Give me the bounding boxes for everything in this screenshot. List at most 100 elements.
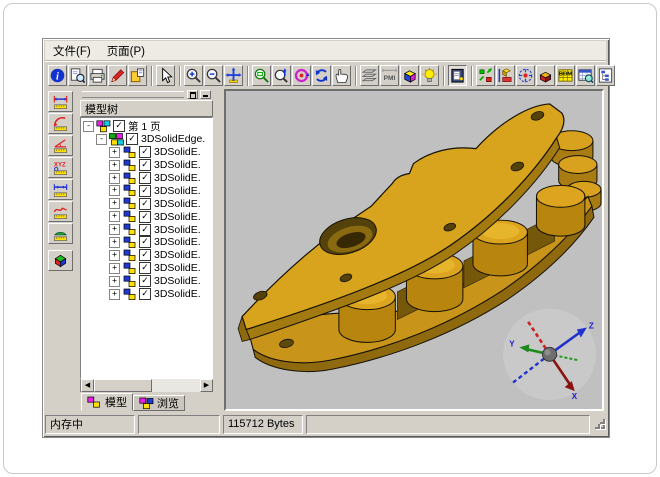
scroll-track[interactable] [152, 379, 200, 392]
visibility-checkbox[interactable]: ✓ [139, 249, 151, 261]
dim-distance-button[interactable] [48, 179, 73, 200]
scroll-left-button[interactable]: ◀ [81, 379, 94, 392]
dim-coordinate-button[interactable]: XYZ [48, 157, 73, 178]
visibility-checkbox[interactable]: ✓ [139, 211, 151, 223]
tree-row[interactable]: +✓3DSolidE. [81, 197, 212, 210]
tree-row[interactable]: + ✓3DSolidE. [81, 146, 212, 159]
tree-node-label[interactable]: 3DSolidE. [154, 185, 201, 197]
tree-row[interactable]: + ✓3DSolidE. [81, 249, 212, 262]
expand-icon[interactable]: + [109, 198, 120, 209]
expand-icon[interactable]: + [109, 263, 120, 274]
visibility-checkbox[interactable]: ✓ [139, 224, 151, 236]
visibility-checkbox[interactable]: ✓ [139, 172, 151, 184]
panel-splitter[interactable] [213, 89, 224, 411]
zoom-out-button[interactable] [204, 65, 223, 86]
markup-button[interactable] [108, 65, 127, 86]
tree-h-scrollbar[interactable]: ◀ ▶ [80, 379, 213, 392]
dim-curve-length-button[interactable] [48, 201, 73, 222]
tree-node-label[interactable]: 3DSolidE. [154, 224, 201, 236]
structure-tree-button[interactable] [596, 65, 615, 86]
tree-row[interactable]: +✓3DSolidE. [81, 210, 212, 223]
notebook-button[interactable] [448, 65, 467, 86]
dim-radius-button[interactable] [48, 113, 73, 134]
explode-button[interactable] [516, 65, 535, 86]
print-button[interactable] [88, 65, 107, 86]
expand-icon[interactable]: + [109, 276, 120, 287]
tree-row[interactable]: + ✓3DSolidE. [81, 184, 212, 197]
viewport-3d[interactable]: Z Y X [224, 89, 604, 411]
tree-node-label[interactable]: 3DSolidE. [154, 262, 201, 274]
pan-button[interactable] [224, 65, 243, 86]
zoom-in-button[interactable] [184, 65, 203, 86]
bom-table-button[interactable] [576, 65, 595, 86]
pmi-button[interactable]: PMI [380, 65, 399, 86]
rotate-view-button[interactable] [292, 65, 311, 86]
visibility-checkbox[interactable]: ✓ [113, 120, 125, 132]
measure-solid-button[interactable] [48, 250, 73, 271]
visibility-checkbox[interactable]: ✓ [139, 159, 151, 171]
tree-row[interactable]: -✓第 1 页 [81, 120, 212, 133]
expand-icon[interactable]: + [109, 224, 120, 235]
edit-solid-button[interactable] [536, 65, 555, 86]
visibility-checkbox[interactable]: ✓ [139, 236, 151, 248]
expand-icon[interactable]: + [109, 250, 120, 261]
tree-node-label[interactable]: 第 1 页 [128, 119, 161, 134]
zoom-window-button[interactable] [252, 65, 271, 86]
visibility-checkbox[interactable]: ✓ [139, 185, 151, 197]
expand-icon[interactable]: + [109, 147, 120, 158]
tree-node-label[interactable]: 3DSolidE. [154, 236, 201, 248]
tree-row[interactable]: + ✓3DSolidE. [81, 223, 212, 236]
markup-save-button[interactable] [128, 65, 147, 86]
tree-row[interactable]: + ✓3DSolidE. [81, 262, 212, 275]
tree-row[interactable]: + ✓3DSolidE. [81, 288, 212, 301]
view-cube-button[interactable] [400, 65, 419, 86]
tree-node-label[interactable]: 3DSolidE. [154, 288, 201, 300]
dim-angle-button[interactable] [48, 135, 73, 156]
zoom-dynamic-button[interactable] [272, 65, 291, 86]
tab-browse[interactable]: 浏览 [133, 395, 185, 411]
add-annotation-view-button[interactable] [496, 65, 515, 86]
resize-grip[interactable] [594, 418, 606, 430]
tree-row[interactable]: -✓3DSolidEdge. [81, 133, 212, 146]
axis-widget[interactable]: Z Y X [503, 309, 596, 401]
visibility-checkbox[interactable]: ✓ [139, 262, 151, 274]
visibility-checkbox[interactable]: ✓ [126, 133, 138, 145]
tree-row[interactable]: + ✓3DSolidE. [81, 159, 212, 172]
bom-button[interactable]: BOM [556, 65, 575, 86]
print-preview-button[interactable] [68, 65, 87, 86]
panel-float-button[interactable] [187, 90, 198, 99]
tree-node-label[interactable]: 3DSolidE. [154, 275, 201, 287]
scroll-right-button[interactable]: ▶ [200, 379, 213, 392]
layers-button[interactable] [360, 65, 379, 86]
expand-icon[interactable]: + [109, 160, 120, 171]
dim-arc-button[interactable] [48, 223, 73, 244]
tree-row[interactable]: +✓3DSolidE. [81, 236, 212, 249]
expand-icon[interactable]: + [109, 289, 120, 300]
tree-row[interactable]: + ✓3DSolidE. [81, 172, 212, 185]
tab-model[interactable]: 模型 [81, 393, 133, 411]
tree-node-label[interactable]: 3DSolidE. [154, 249, 201, 261]
visibility-checkbox[interactable]: ✓ [139, 146, 151, 158]
tree-node-label[interactable]: 3DSolidE. [154, 159, 201, 171]
hand-pan-button[interactable] [332, 65, 351, 86]
select-button[interactable] [156, 65, 175, 86]
tree-node-label[interactable]: 3DSolidE. [154, 172, 201, 184]
lighting-button[interactable] [420, 65, 439, 86]
move-parts-button[interactable] [476, 65, 495, 86]
expand-icon[interactable]: + [109, 211, 120, 222]
scroll-thumb[interactable] [94, 379, 152, 392]
panel-hide-button[interactable] [200, 90, 211, 99]
dim-horizontal-button[interactable] [48, 91, 73, 112]
expand-icon[interactable]: + [109, 185, 120, 196]
collapse-icon[interactable]: - [96, 134, 107, 145]
menu-item[interactable]: 文件(F) [45, 41, 99, 61]
panel-gripper[interactable] [82, 91, 184, 98]
tree-node-label[interactable]: 3DSolidE. [154, 198, 201, 210]
expand-icon[interactable]: + [109, 173, 120, 184]
refresh-button[interactable] [312, 65, 331, 86]
cad-model-canvas[interactable]: Z Y X [226, 91, 602, 409]
info-button[interactable]: i [48, 65, 67, 86]
visibility-checkbox[interactable]: ✓ [139, 288, 151, 300]
tree-node-label[interactable]: 3DSolidE. [154, 146, 201, 158]
menu-item[interactable]: 页面(P) [99, 41, 153, 61]
